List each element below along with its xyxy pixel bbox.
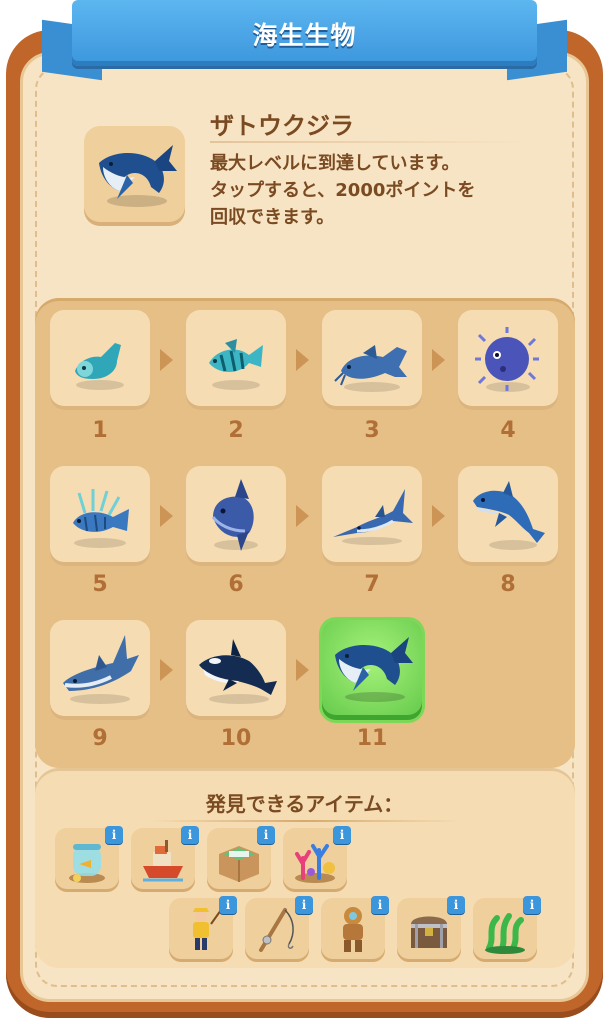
pufferfish-icon (475, 327, 539, 392)
hero-desc-line: タップすると、2000ポイントを (210, 180, 476, 201)
popup-title: 海生生物 (252, 21, 357, 50)
hero-desc-line: 最大レベルに到達しています。 (210, 153, 460, 174)
level-number: 2 (228, 418, 244, 443)
humpback-whale-icon (335, 637, 413, 702)
level-2-tile[interactable] (186, 310, 286, 410)
level-number: 3 (364, 418, 380, 443)
arrow-right-icon (432, 505, 445, 527)
level-1-tile[interactable] (50, 310, 150, 410)
arrow-right-icon (432, 349, 445, 371)
catfish-icon (334, 345, 407, 392)
info-icon[interactable]: i (181, 826, 199, 844)
level-8-tile[interactable] (458, 466, 558, 566)
level-number: 5 (92, 572, 108, 597)
dolphin-icon (473, 481, 545, 550)
level-number: 9 (92, 726, 108, 751)
hero-card[interactable] (84, 126, 185, 226)
level-number: 11 (356, 726, 388, 751)
hero-divider (210, 141, 530, 143)
level-number: 10 (220, 726, 252, 751)
level-11-tile-selected[interactable] (322, 620, 422, 720)
info-icon[interactable]: i (333, 826, 351, 844)
hero-name: ザトウクジラ (210, 112, 354, 140)
shark-icon (63, 635, 139, 704)
info-icon[interactable]: i (257, 826, 275, 844)
title-ribbon: 海生生物 (72, 0, 537, 66)
level-number: 6 (228, 572, 244, 597)
items-title: 発見できるアイテム： (205, 792, 404, 816)
lionfish-icon (73, 489, 129, 548)
level-10-tile[interactable] (186, 620, 286, 720)
level-number: 8 (500, 572, 516, 597)
info-icon[interactable]: i (523, 896, 541, 914)
info-icon[interactable]: i (105, 826, 123, 844)
level-number: 1 (92, 418, 108, 443)
hero-description: 最大レベルに到達しています。 タップすると、2000ポイントを 回収できます。 (210, 150, 540, 231)
arrow-right-icon (296, 505, 309, 527)
info-icon[interactable]: i (295, 896, 313, 914)
info-icon[interactable]: i (219, 896, 237, 914)
arrow-right-icon (296, 659, 309, 681)
tadpole-fish-icon (75, 343, 124, 390)
level-9-tile[interactable] (50, 620, 150, 720)
humpback-whale-icon (99, 145, 177, 207)
arrow-right-icon (160, 659, 173, 681)
arrow-right-icon (160, 505, 173, 527)
level-6-tile[interactable] (186, 466, 286, 566)
sunfish-icon (211, 479, 258, 551)
orca-icon (199, 639, 277, 704)
swordfish-icon (333, 489, 413, 545)
info-icon[interactable]: i (371, 896, 389, 914)
arrow-right-icon (160, 349, 173, 371)
info-icon[interactable]: i (447, 896, 465, 914)
hero-desc-line: 回収できます。 (210, 207, 335, 228)
arrow-right-icon (296, 349, 309, 371)
items-divider (150, 820, 460, 822)
level-3-tile[interactable] (322, 310, 422, 410)
tropical-fish-icon (209, 339, 263, 390)
level-number: 7 (364, 572, 380, 597)
level-4-tile[interactable] (458, 310, 558, 410)
level-7-tile[interactable] (322, 466, 422, 566)
level-number: 4 (500, 418, 516, 443)
level-5-tile[interactable] (50, 466, 150, 566)
